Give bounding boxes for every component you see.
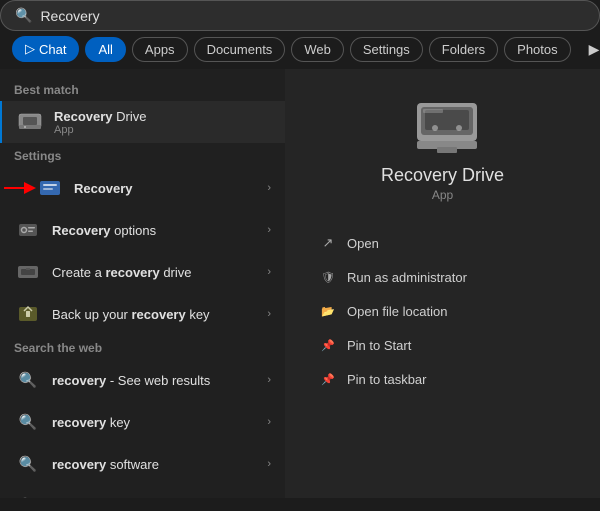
web-recovery-software-text: recovery software — [52, 457, 257, 472]
left-panel: Best match Recovery Drive App Settings — [0, 69, 285, 498]
chevron-icon-6: › — [267, 416, 271, 428]
settings-section-label: Settings — [0, 143, 285, 167]
open-label: Open — [347, 236, 379, 251]
action-open-file-location[interactable]: 📂 Open file location — [309, 294, 576, 328]
right-panel-subtitle: App — [432, 188, 453, 202]
best-match-subtitle: App — [54, 124, 271, 136]
web-section-label: Search the web — [0, 335, 285, 359]
pin-taskbar-icon: 📌 — [319, 370, 337, 388]
chat-play-icon: ▷ — [25, 41, 35, 57]
web-search-icon-2: 🔍 — [14, 408, 42, 436]
filter-bar: ▷ Chat All Apps Documents Web Settings F… — [0, 31, 600, 69]
web-recovery-item[interactable]: 🔍 recovery - See web results › — [0, 359, 285, 401]
red-arrow-annotation — [2, 178, 38, 198]
action-pin-to-start[interactable]: 📌 Pin to Start — [309, 328, 576, 362]
recovery-settings-icon — [36, 174, 64, 202]
right-panel-icon — [407, 93, 479, 153]
pin-start-icon: 📌 — [319, 336, 337, 354]
search-bar: 🔍 — [0, 0, 600, 31]
pin-taskbar-label: Pin to taskbar — [347, 372, 427, 387]
web-recovery-key-item[interactable]: 🔍 recovery key › — [0, 401, 285, 443]
run-admin-label: Run as administrator — [347, 270, 467, 285]
create-recovery-item[interactable]: Create a recovery drive › — [0, 251, 285, 293]
best-match-item[interactable]: Recovery Drive App — [0, 101, 285, 143]
best-match-text: Recovery Drive App — [54, 109, 271, 136]
file-location-icon: 📂 — [319, 302, 337, 320]
filter-settings[interactable]: Settings — [350, 37, 423, 62]
web-search-icon-4: 🔍 — [14, 492, 42, 498]
web-recovery-manager-item[interactable]: 🔍 recovery manager › — [0, 485, 285, 498]
recovery-options-icon — [14, 216, 42, 244]
play-icon[interactable]: ▶ — [583, 37, 600, 62]
search-icon: 🔍 — [15, 7, 32, 24]
web-search-icon-1: 🔍 — [14, 366, 42, 394]
action-pin-to-taskbar[interactable]: 📌 Pin to taskbar — [309, 362, 576, 396]
filter-documents[interactable]: Documents — [194, 37, 286, 62]
action-open[interactable]: ↗ Open — [309, 226, 576, 260]
open-icon: ↗ — [319, 234, 337, 252]
recovery-options-item[interactable]: Recovery options › — [0, 209, 285, 251]
web-recovery-text: recovery - See web results — [52, 373, 257, 388]
pin-start-label: Pin to Start — [347, 338, 411, 353]
create-recovery-title: Create a recovery drive — [52, 265, 257, 280]
chevron-icon-4: › — [267, 308, 271, 320]
filter-chat[interactable]: ▷ Chat — [12, 36, 79, 62]
recovery-settings-title: Recovery — [74, 181, 257, 196]
filter-web[interactable]: Web — [291, 37, 344, 62]
action-run-as-admin[interactable]: 🛡 Run as administrator — [309, 260, 576, 294]
create-recovery-text: Create a recovery drive — [52, 265, 257, 280]
backup-recovery-title: Back up your recovery key — [52, 307, 257, 322]
web-recovery-key-text: recovery key — [52, 415, 257, 430]
best-match-title: Recovery Drive — [54, 109, 271, 124]
recovery-options-text: Recovery options — [52, 223, 257, 238]
chevron-icon-7: › — [267, 458, 271, 470]
web-recovery-software-item[interactable]: 🔍 recovery software › — [0, 443, 285, 485]
search-input[interactable] — [40, 8, 585, 24]
chevron-icon-3: › — [267, 266, 271, 278]
right-panel-title: Recovery Drive — [381, 165, 504, 186]
create-recovery-icon — [14, 258, 42, 286]
filter-all[interactable]: All — [85, 37, 125, 62]
recovery-settings-text: Recovery — [74, 181, 257, 196]
backup-recovery-icon — [14, 300, 42, 328]
file-location-label: Open file location — [347, 304, 447, 319]
filter-photos[interactable]: Photos — [504, 37, 570, 62]
drive-icon — [16, 108, 44, 136]
filter-apps[interactable]: Apps — [132, 37, 188, 62]
chevron-icon-5: › — [267, 374, 271, 386]
backup-recovery-text: Back up your recovery key — [52, 307, 257, 322]
web-search-icon-3: 🔍 — [14, 450, 42, 478]
run-admin-icon: 🛡 — [319, 268, 337, 286]
right-panel: Recovery Drive App ↗ Open 🛡 Run as admin… — [285, 69, 600, 498]
filter-folders[interactable]: Folders — [429, 37, 498, 62]
search-container: 🔍 — [0, 0, 600, 31]
backup-recovery-item[interactable]: Back up your recovery key › — [0, 293, 285, 335]
chevron-icon: › — [267, 182, 271, 194]
action-list: ↗ Open 🛡 Run as administrator 📂 Open fil… — [301, 226, 584, 396]
settings-recovery-item[interactable]: Recovery › — [0, 167, 285, 209]
best-match-section-label: Best match — [0, 77, 285, 101]
main-content: Best match Recovery Drive App Settings — [0, 69, 600, 498]
chevron-icon-2: › — [267, 224, 271, 236]
recovery-options-title: Recovery options — [52, 223, 257, 238]
